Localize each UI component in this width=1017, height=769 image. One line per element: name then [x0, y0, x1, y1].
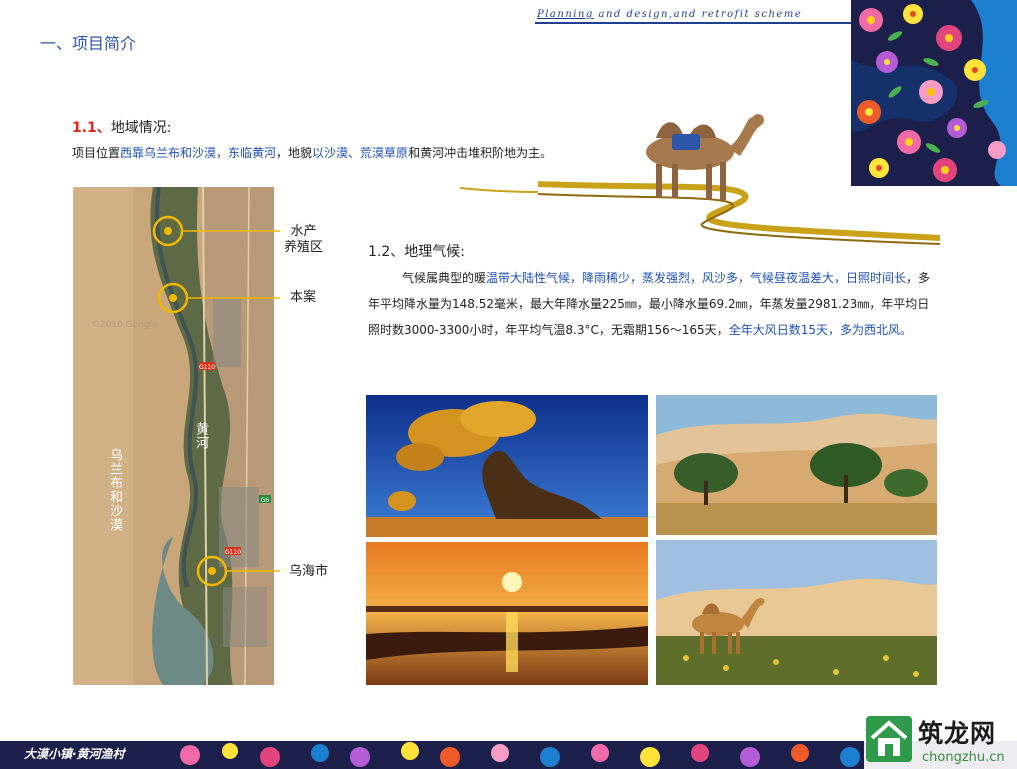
camel-road-decoration [459, 108, 941, 248]
satellite-map: ©2016 Google G110 G110 G6 [73, 187, 274, 685]
photo-camel-grassland [656, 540, 937, 685]
climate-part: 全年大风日数15天，多为西北风。 [728, 323, 912, 337]
watermark-url: chongzhu.cn [922, 750, 1005, 765]
climate-heading: 1.2、地理气候: [368, 244, 465, 260]
climate-paragraph: 气候属典型的暖温带大陆性气候，降雨稀少，蒸发强烈，风沙多，气候昼夜温差大，日照时… [368, 265, 938, 343]
map-label-yellow-river: 黄河 [193, 422, 208, 450]
footer-title: 大漠小镇·黄河渔村 [24, 747, 125, 761]
map-label-aquaculture-line2: 养殖区 [284, 240, 324, 255]
map-label-wuhai: 乌海市 [289, 564, 329, 579]
region-title: 地域情况: [110, 120, 172, 136]
photo-desert-tree [366, 395, 648, 537]
road-sign: G110 [199, 364, 215, 371]
house-logo-icon [864, 714, 914, 766]
region-desc-part: 以沙漠、荒漠草原 [312, 146, 409, 160]
section-title: 一、项目简介 [40, 34, 137, 53]
region-desc-part: ，地貌 [276, 146, 313, 160]
map-label-aquaculture-line1: 水产 [290, 224, 317, 239]
region-desc-part: 项目位置 [72, 146, 121, 160]
photo-river-sunset [366, 542, 648, 685]
header-tagline-rest: and design,and retrofit scheme [593, 9, 803, 20]
region-number: 1.1、 [72, 120, 111, 136]
photo-desert-oasis [656, 395, 937, 535]
map-label-aquaculture: 水产 养殖区 [284, 224, 323, 256]
map-watermark: ©2016 Google [91, 320, 158, 330]
road-sign: G110 [225, 549, 241, 556]
header-rule [535, 22, 853, 24]
region-heading: 1.1、地域情况: [72, 117, 172, 137]
map-label-desert: 乌兰布和沙漠 [107, 448, 122, 532]
climate-part: 气候属典型的暖 [402, 271, 487, 285]
map-label-project: 本案 [290, 290, 317, 305]
header-tagline: Planning and design,and retrofit scheme [537, 9, 802, 20]
region-desc-part: 西靠乌兰布和沙漠，东临黄河 [120, 146, 277, 160]
road-sign: G6 [261, 497, 270, 504]
header-tagline-lead: Planning [537, 9, 594, 20]
watermark-title: 筑龙网 [918, 719, 997, 748]
site-watermark: 筑龙网 chongzhu.cn [864, 714, 1017, 769]
climate-part: 温带大陆性气候，降雨稀少，蒸发强烈，风沙多，气候昼夜温差大，日照时间长 [486, 271, 907, 285]
